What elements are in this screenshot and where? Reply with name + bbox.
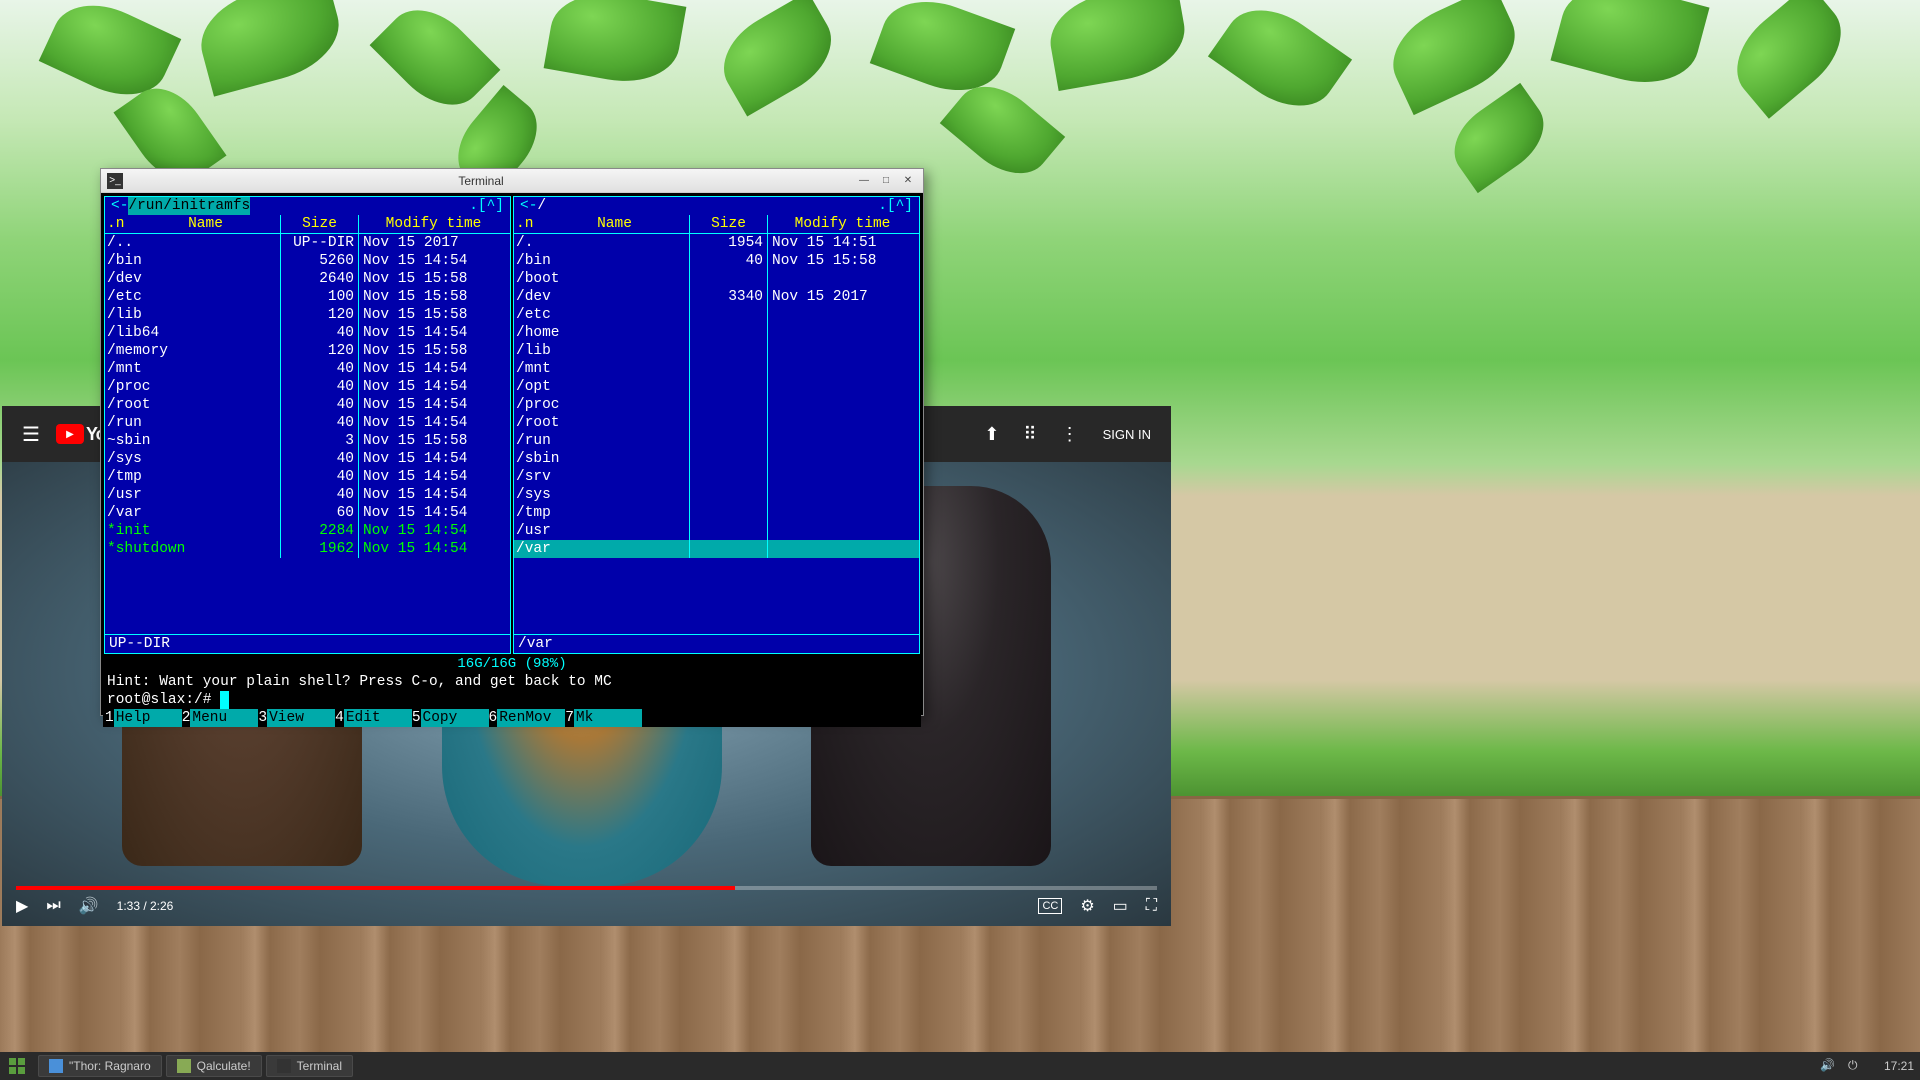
settings-icon[interactable]: ⋮	[1061, 424, 1079, 445]
file-row[interactable]: /dev3340Nov 15 2017	[514, 288, 919, 306]
hamburger-icon[interactable]: ☰	[22, 422, 40, 447]
file-row[interactable]: /bin40Nov 15 15:58	[514, 252, 919, 270]
fkey-help[interactable]: 1Help	[105, 709, 182, 727]
file-row[interactable]: /usr40Nov 15 14:54	[105, 486, 510, 504]
file-row[interactable]: ~sbin3Nov 15 15:58	[105, 432, 510, 450]
minimize-button[interactable]: —	[855, 174, 873, 188]
settings-gear-icon[interactable]: ⚙	[1080, 896, 1094, 916]
fkey-menu[interactable]: 2Menu	[182, 709, 259, 727]
file-row[interactable]: /lib6440Nov 15 14:54	[105, 324, 510, 342]
file-row[interactable]: /boot	[514, 270, 919, 288]
file-row[interactable]: /..UP--DIRNov 15 2017	[105, 234, 510, 252]
file-row[interactable]: /mnt40Nov 15 14:54	[105, 360, 510, 378]
play-button[interactable]: ▶	[16, 896, 28, 916]
fkey-renmov[interactable]: 6RenMov	[489, 709, 566, 727]
mc-hint: Hint: Want your plain shell? Press C-o, …	[103, 673, 921, 691]
file-row[interactable]: /mnt	[514, 360, 919, 378]
close-button[interactable]: ✕	[899, 174, 917, 188]
taskbar-item-browser[interactable]: "Thor: Ragnaro	[38, 1055, 162, 1077]
fkey-edit[interactable]: 4Edit	[335, 709, 412, 727]
file-row[interactable]: /proc	[514, 396, 919, 414]
terminal-body[interactable]: <- /run/initramfs.[^] .n Name Size Modif…	[101, 193, 923, 715]
terminal-titlebar[interactable]: >_ Terminal — □ ✕	[101, 169, 923, 193]
file-row[interactable]: /sbin	[514, 450, 919, 468]
taskbar: "Thor: Ragnaro Qalculate! Terminal 🔊 ⏻ 1…	[0, 1052, 1920, 1080]
volume-icon[interactable]: 🔊	[79, 896, 99, 916]
disk-usage: 16G/16G (98%)	[103, 655, 921, 673]
cc-icon[interactable]: CC	[1038, 898, 1062, 914]
taskbar-item-terminal[interactable]: Terminal	[266, 1055, 353, 1077]
file-row[interactable]: /dev2640Nov 15 15:58	[105, 270, 510, 288]
taskbar-item-qalculate[interactable]: Qalculate!	[166, 1055, 262, 1077]
app-launcher-icon[interactable]	[6, 1055, 28, 1077]
fkey-mk[interactable]: 7Mk	[565, 709, 642, 727]
apps-icon[interactable]: ⠿	[1023, 424, 1036, 445]
volume-icon[interactable]: 🔊	[1820, 1058, 1836, 1074]
file-row[interactable]: /root40Nov 15 14:54	[105, 396, 510, 414]
clock[interactable]: 17:21	[1884, 1059, 1914, 1073]
fullscreen-icon[interactable]: ⛶	[1146, 897, 1157, 915]
fkey-copy[interactable]: 5Copy	[412, 709, 489, 727]
file-row[interactable]: /tmp	[514, 504, 919, 522]
file-row[interactable]: /sys	[514, 486, 919, 504]
miniplayer-icon[interactable]: ▭	[1113, 896, 1128, 916]
file-row[interactable]: /bin5260Nov 15 14:54	[105, 252, 510, 270]
file-row[interactable]: /opt	[514, 378, 919, 396]
mc-left-panel[interactable]: <- /run/initramfs.[^] .n Name Size Modif…	[104, 196, 511, 654]
file-row[interactable]: /.1954Nov 15 14:51	[514, 234, 919, 252]
fkey-view[interactable]: 3View	[258, 709, 335, 727]
file-row[interactable]: /var	[514, 540, 919, 558]
file-row[interactable]: /lib120Nov 15 15:58	[105, 306, 510, 324]
file-row[interactable]: /srv	[514, 468, 919, 486]
maximize-button[interactable]: □	[877, 174, 895, 188]
file-row[interactable]: /home	[514, 324, 919, 342]
video-time: 1:33 / 2:26	[117, 899, 174, 913]
shell-prompt[interactable]: root@slax:/# _	[103, 691, 921, 709]
file-row[interactable]: /proc40Nov 15 14:54	[105, 378, 510, 396]
signin-button[interactable]: SIGN IN	[1103, 427, 1151, 442]
file-row[interactable]: /root	[514, 414, 919, 432]
file-row[interactable]: /run40Nov 15 14:54	[105, 414, 510, 432]
file-row[interactable]: /run	[514, 432, 919, 450]
file-row[interactable]: *init2284Nov 15 14:54	[105, 522, 510, 540]
file-row[interactable]: /sys40Nov 15 14:54	[105, 450, 510, 468]
terminal-window[interactable]: >_ Terminal — □ ✕ <- /run/initramfs.[^] …	[100, 168, 924, 716]
terminal-title: Terminal	[107, 174, 855, 188]
mc-function-keys[interactable]: 1Help2Menu3View4Edit5Copy6RenMov7Mk	[103, 709, 921, 727]
file-row[interactable]: /lib	[514, 342, 919, 360]
file-row[interactable]: /memory120Nov 15 15:58	[105, 342, 510, 360]
file-row[interactable]: /tmp40Nov 15 14:54	[105, 468, 510, 486]
file-row[interactable]: *shutdown1962Nov 15 14:54	[105, 540, 510, 558]
file-row[interactable]: /etc100Nov 15 15:58	[105, 288, 510, 306]
next-button[interactable]: ⏭	[46, 897, 60, 915]
file-row[interactable]: /usr	[514, 522, 919, 540]
file-row[interactable]: /etc	[514, 306, 919, 324]
upload-icon[interactable]: ⬆	[984, 424, 999, 445]
video-controls: ▶ ⏭ 🔊 1:33 / 2:26 CC ⚙ ▭ ⛶	[2, 886, 1171, 926]
file-row[interactable]: /var60Nov 15 14:54	[105, 504, 510, 522]
power-icon[interactable]: ⏻	[1848, 1058, 1864, 1074]
mc-right-panel[interactable]: <- /.[^] .n Name Size Modify time /.1954…	[513, 196, 920, 654]
